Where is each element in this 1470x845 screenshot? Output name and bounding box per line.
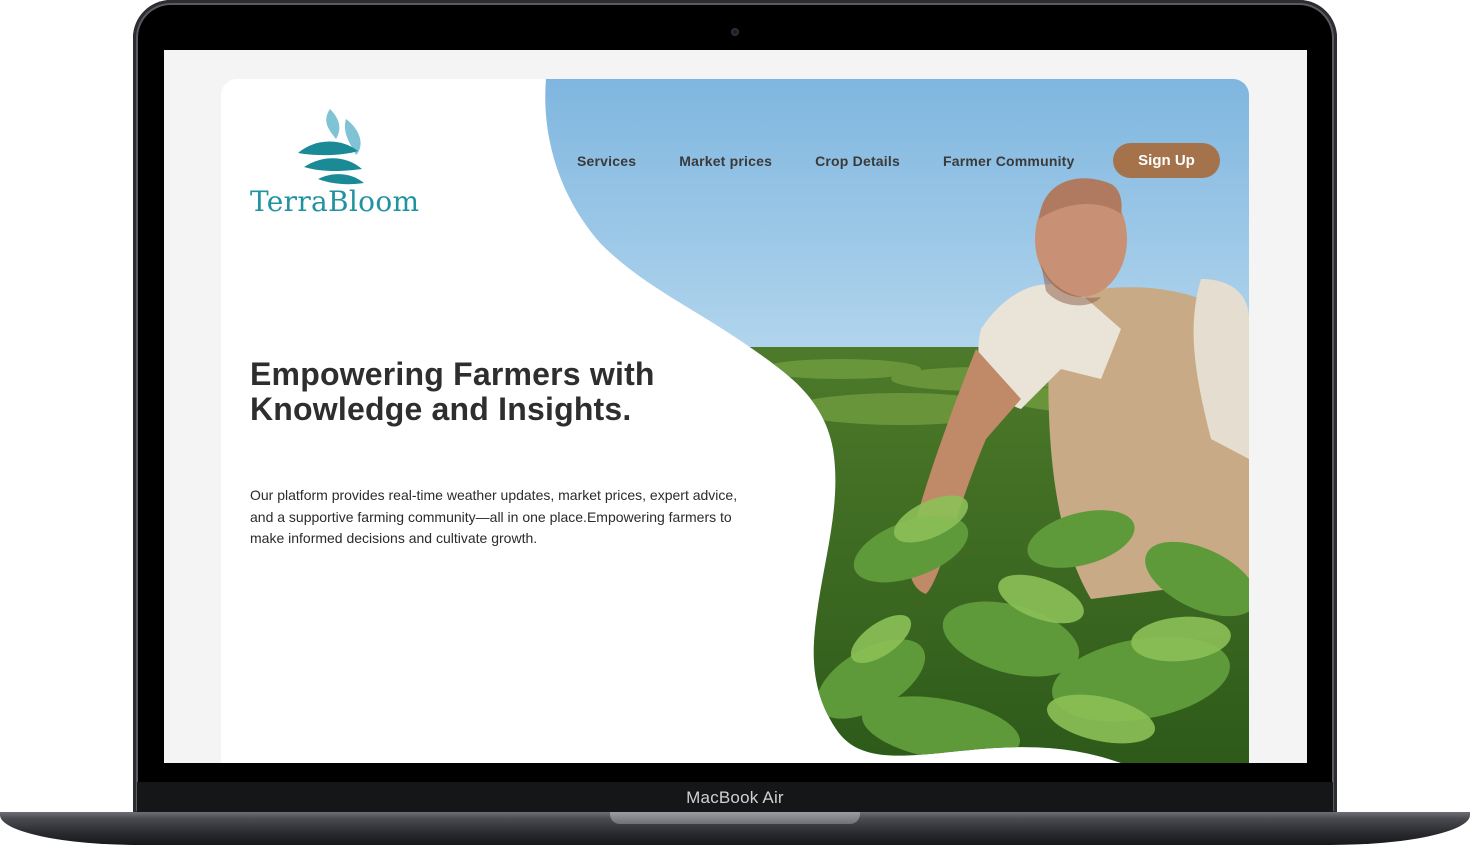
nav-market-prices[interactable]: Market prices	[679, 153, 772, 169]
landing-page: TerraBloom Services Market prices Crop D…	[221, 79, 1249, 763]
nav-services[interactable]: Services	[577, 153, 636, 169]
hero-description: Our platform provides real-time weather …	[250, 487, 738, 546]
laptop-notch	[610, 812, 860, 824]
sign-up-button[interactable]: Sign Up	[1113, 143, 1220, 178]
leaf-logo-icon	[298, 109, 364, 185]
webcam	[731, 28, 739, 36]
nav-farmer-community[interactable]: Farmer Community	[943, 153, 1075, 169]
device-label: MacBook Air	[686, 788, 784, 807]
nav-crop-details[interactable]: Crop Details	[815, 153, 900, 169]
hero-headline: Empowering Farmers with Knowledge and In…	[250, 356, 655, 427]
brand-name: TerraBloom	[250, 185, 420, 218]
browser-viewport: TerraBloom Services Market prices Crop D…	[164, 50, 1307, 763]
main-nav: Services Market prices Crop Details Farm…	[577, 153, 1118, 169]
